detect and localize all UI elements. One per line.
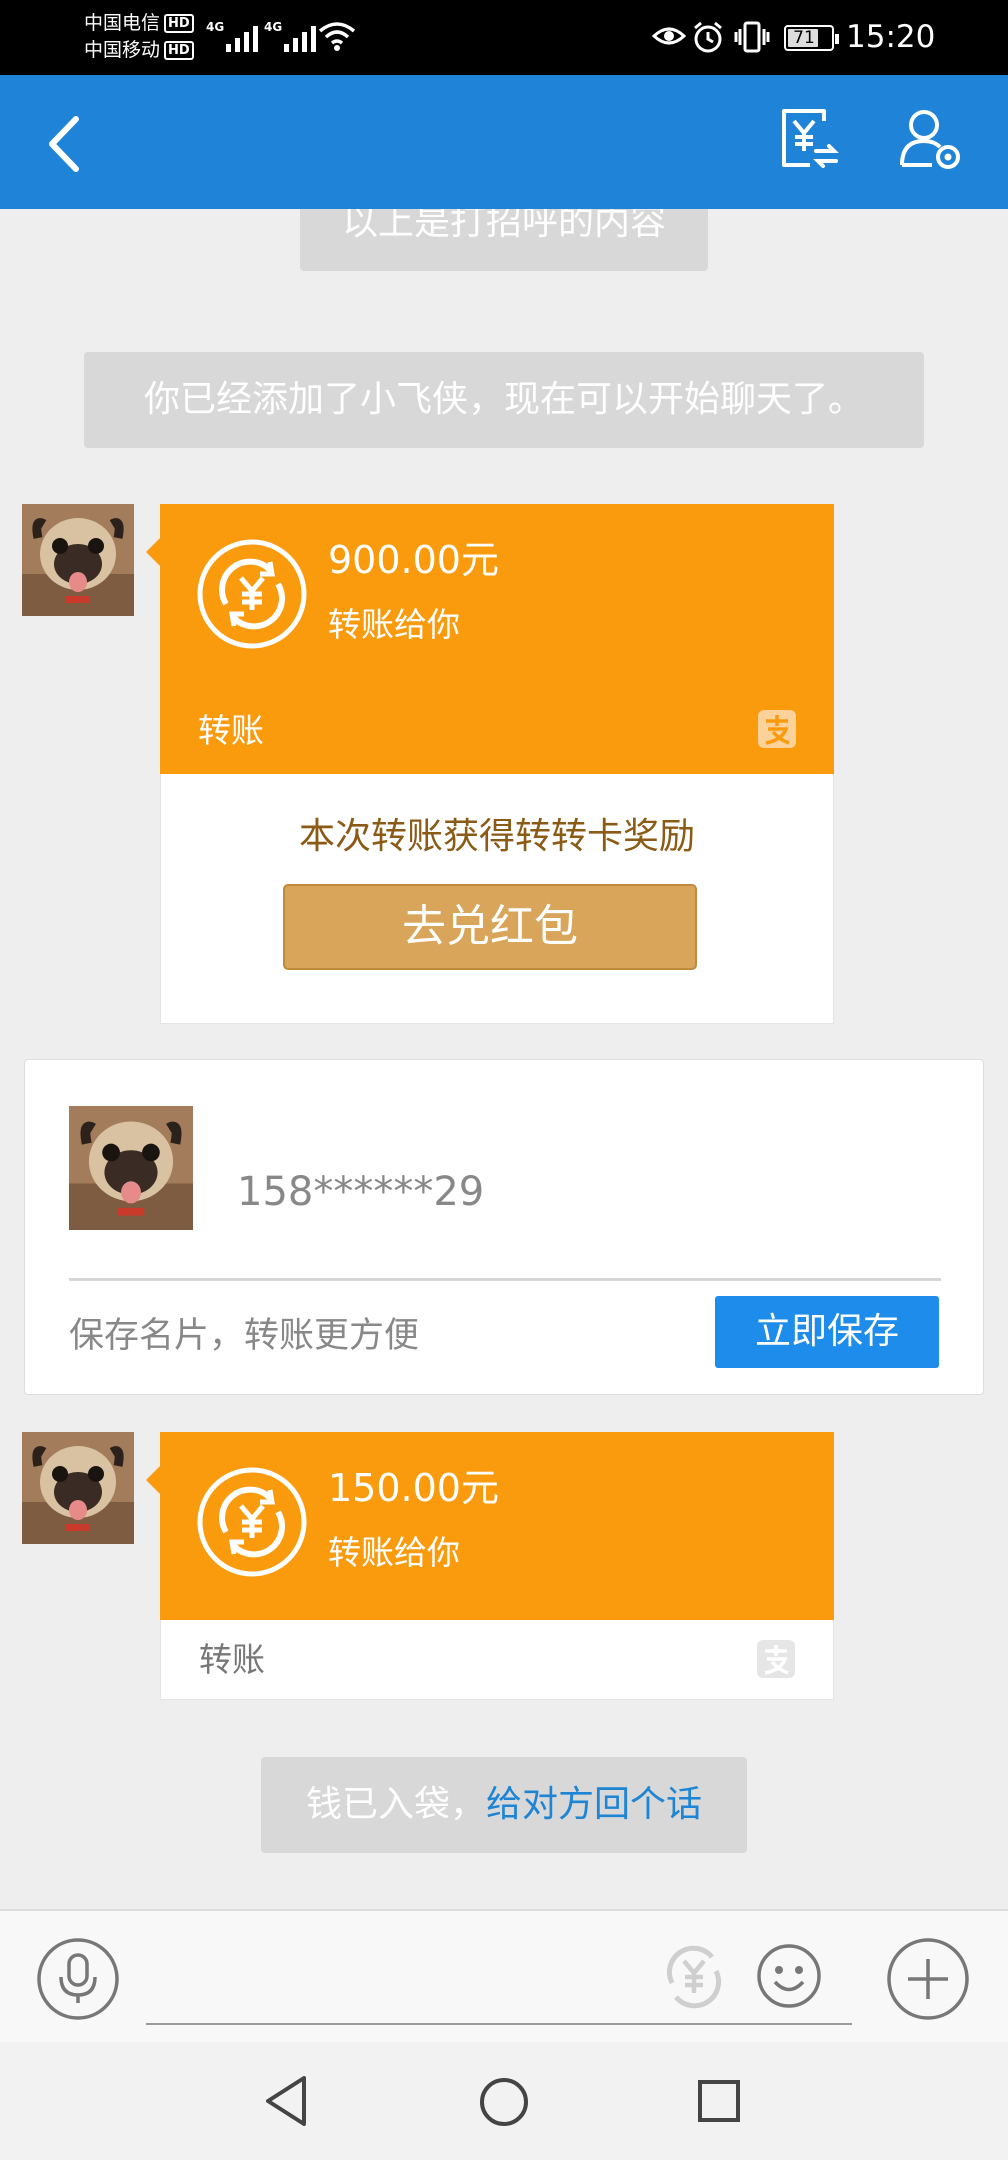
network-type-2: 4G: [264, 20, 283, 34]
clock: 15:20: [846, 19, 936, 55]
contact-avatar: [69, 1106, 193, 1230]
avatar[interactable]: [22, 504, 134, 616]
pug-avatar-image: [69, 1106, 193, 1230]
hd-badge-2: HD: [164, 41, 194, 60]
transfer-label: 转账: [199, 1640, 265, 1679]
save-card-hint: 保存名片，转账更方便: [69, 1316, 420, 1356]
transfer-description: 转账给你: [328, 605, 460, 644]
alipay-icon: [758, 710, 796, 748]
carrier-1: 中国电信: [84, 12, 161, 34]
alarm-icon: [694, 21, 722, 53]
battery-level: 71: [793, 28, 815, 48]
user-settings-icon[interactable]: [900, 107, 964, 171]
contact-phone: 158******29: [237, 1169, 485, 1215]
plus-icon[interactable]: [886, 1937, 970, 2021]
nav-back-icon[interactable]: [262, 2074, 310, 2128]
system-message-received: 钱已入袋，给对方回个话: [261, 1757, 747, 1853]
yuan-transfer-icon[interactable]: [660, 1943, 728, 2011]
microphone-icon[interactable]: [36, 1937, 120, 2021]
reward-panel: 本次转账获得转转卡奖励 去兑红包: [160, 774, 834, 1024]
avatar[interactable]: [22, 1432, 134, 1544]
save-now-button[interactable]: 立即保存: [715, 1296, 939, 1368]
eye-comfort-icon: [652, 27, 686, 45]
transfer-message-150[interactable]: 150.00元 转账给你 转账: [146, 1432, 834, 1700]
chat-area[interactable]: 以上是打招呼的内容 你已经添加了小飞侠，现在可以开始聊天了。 900.00元 转…: [0, 209, 1008, 1909]
card-divider: [69, 1278, 941, 1281]
reward-text: 本次转账获得转转卡奖励: [298, 816, 695, 857]
transfer-coin-icon: [197, 1467, 307, 1577]
transfer-coin-icon: [197, 539, 307, 649]
transfer-description: 转账给你: [328, 1533, 460, 1572]
app-header: [0, 75, 1008, 209]
yuan-transfer-icon[interactable]: [780, 107, 840, 171]
vibrate-icon: [734, 21, 770, 53]
reply-link[interactable]: 给对方回个话: [486, 1784, 702, 1825]
battery-indicator: 71: [784, 25, 839, 51]
received-text: 钱已入袋，: [305, 1784, 486, 1825]
input-bar: [0, 1909, 1008, 2042]
transfer-message-900[interactable]: 900.00元 转账给你 转账 本次转账获得转转卡奖励 去兑红包: [146, 504, 834, 1024]
emoji-icon[interactable]: [756, 1943, 822, 2009]
transfer-amount: 150.00元: [328, 1466, 499, 1510]
nav-home-icon[interactable]: [478, 2076, 530, 2128]
alipay-icon: [757, 1640, 795, 1678]
chevron-left-icon[interactable]: [44, 115, 84, 173]
message-input[interactable]: [146, 2023, 852, 2025]
transfer-amount: 900.00元: [328, 538, 499, 582]
system-message-greeting: 以上是打招呼的内容: [300, 209, 708, 271]
nav-recent-icon[interactable]: [696, 2078, 742, 2124]
redeem-red-packet-button[interactable]: 去兑红包: [283, 884, 697, 970]
status-bar: 中国电信 HD 中国移动 HD 4G 4G 71 15:20: [0, 0, 1008, 75]
system-message-added: 你已经添加了小飞侠，现在可以开始聊天了。: [84, 352, 924, 448]
contact-card: 158******29 保存名片，转账更方便 立即保存: [24, 1059, 984, 1395]
network-type-1: 4G: [206, 20, 225, 34]
hd-badge-1: HD: [164, 14, 194, 33]
carrier-2: 中国移动: [84, 39, 161, 61]
carrier-info: 中国电信 HD 中国移动 HD: [84, 10, 194, 64]
pug-avatar-image: [22, 504, 134, 616]
wifi-icon: [318, 22, 356, 51]
pug-avatar-image: [22, 1432, 134, 1544]
transfer-label: 转账: [198, 711, 264, 750]
system-nav-bar: [0, 2042, 1008, 2160]
